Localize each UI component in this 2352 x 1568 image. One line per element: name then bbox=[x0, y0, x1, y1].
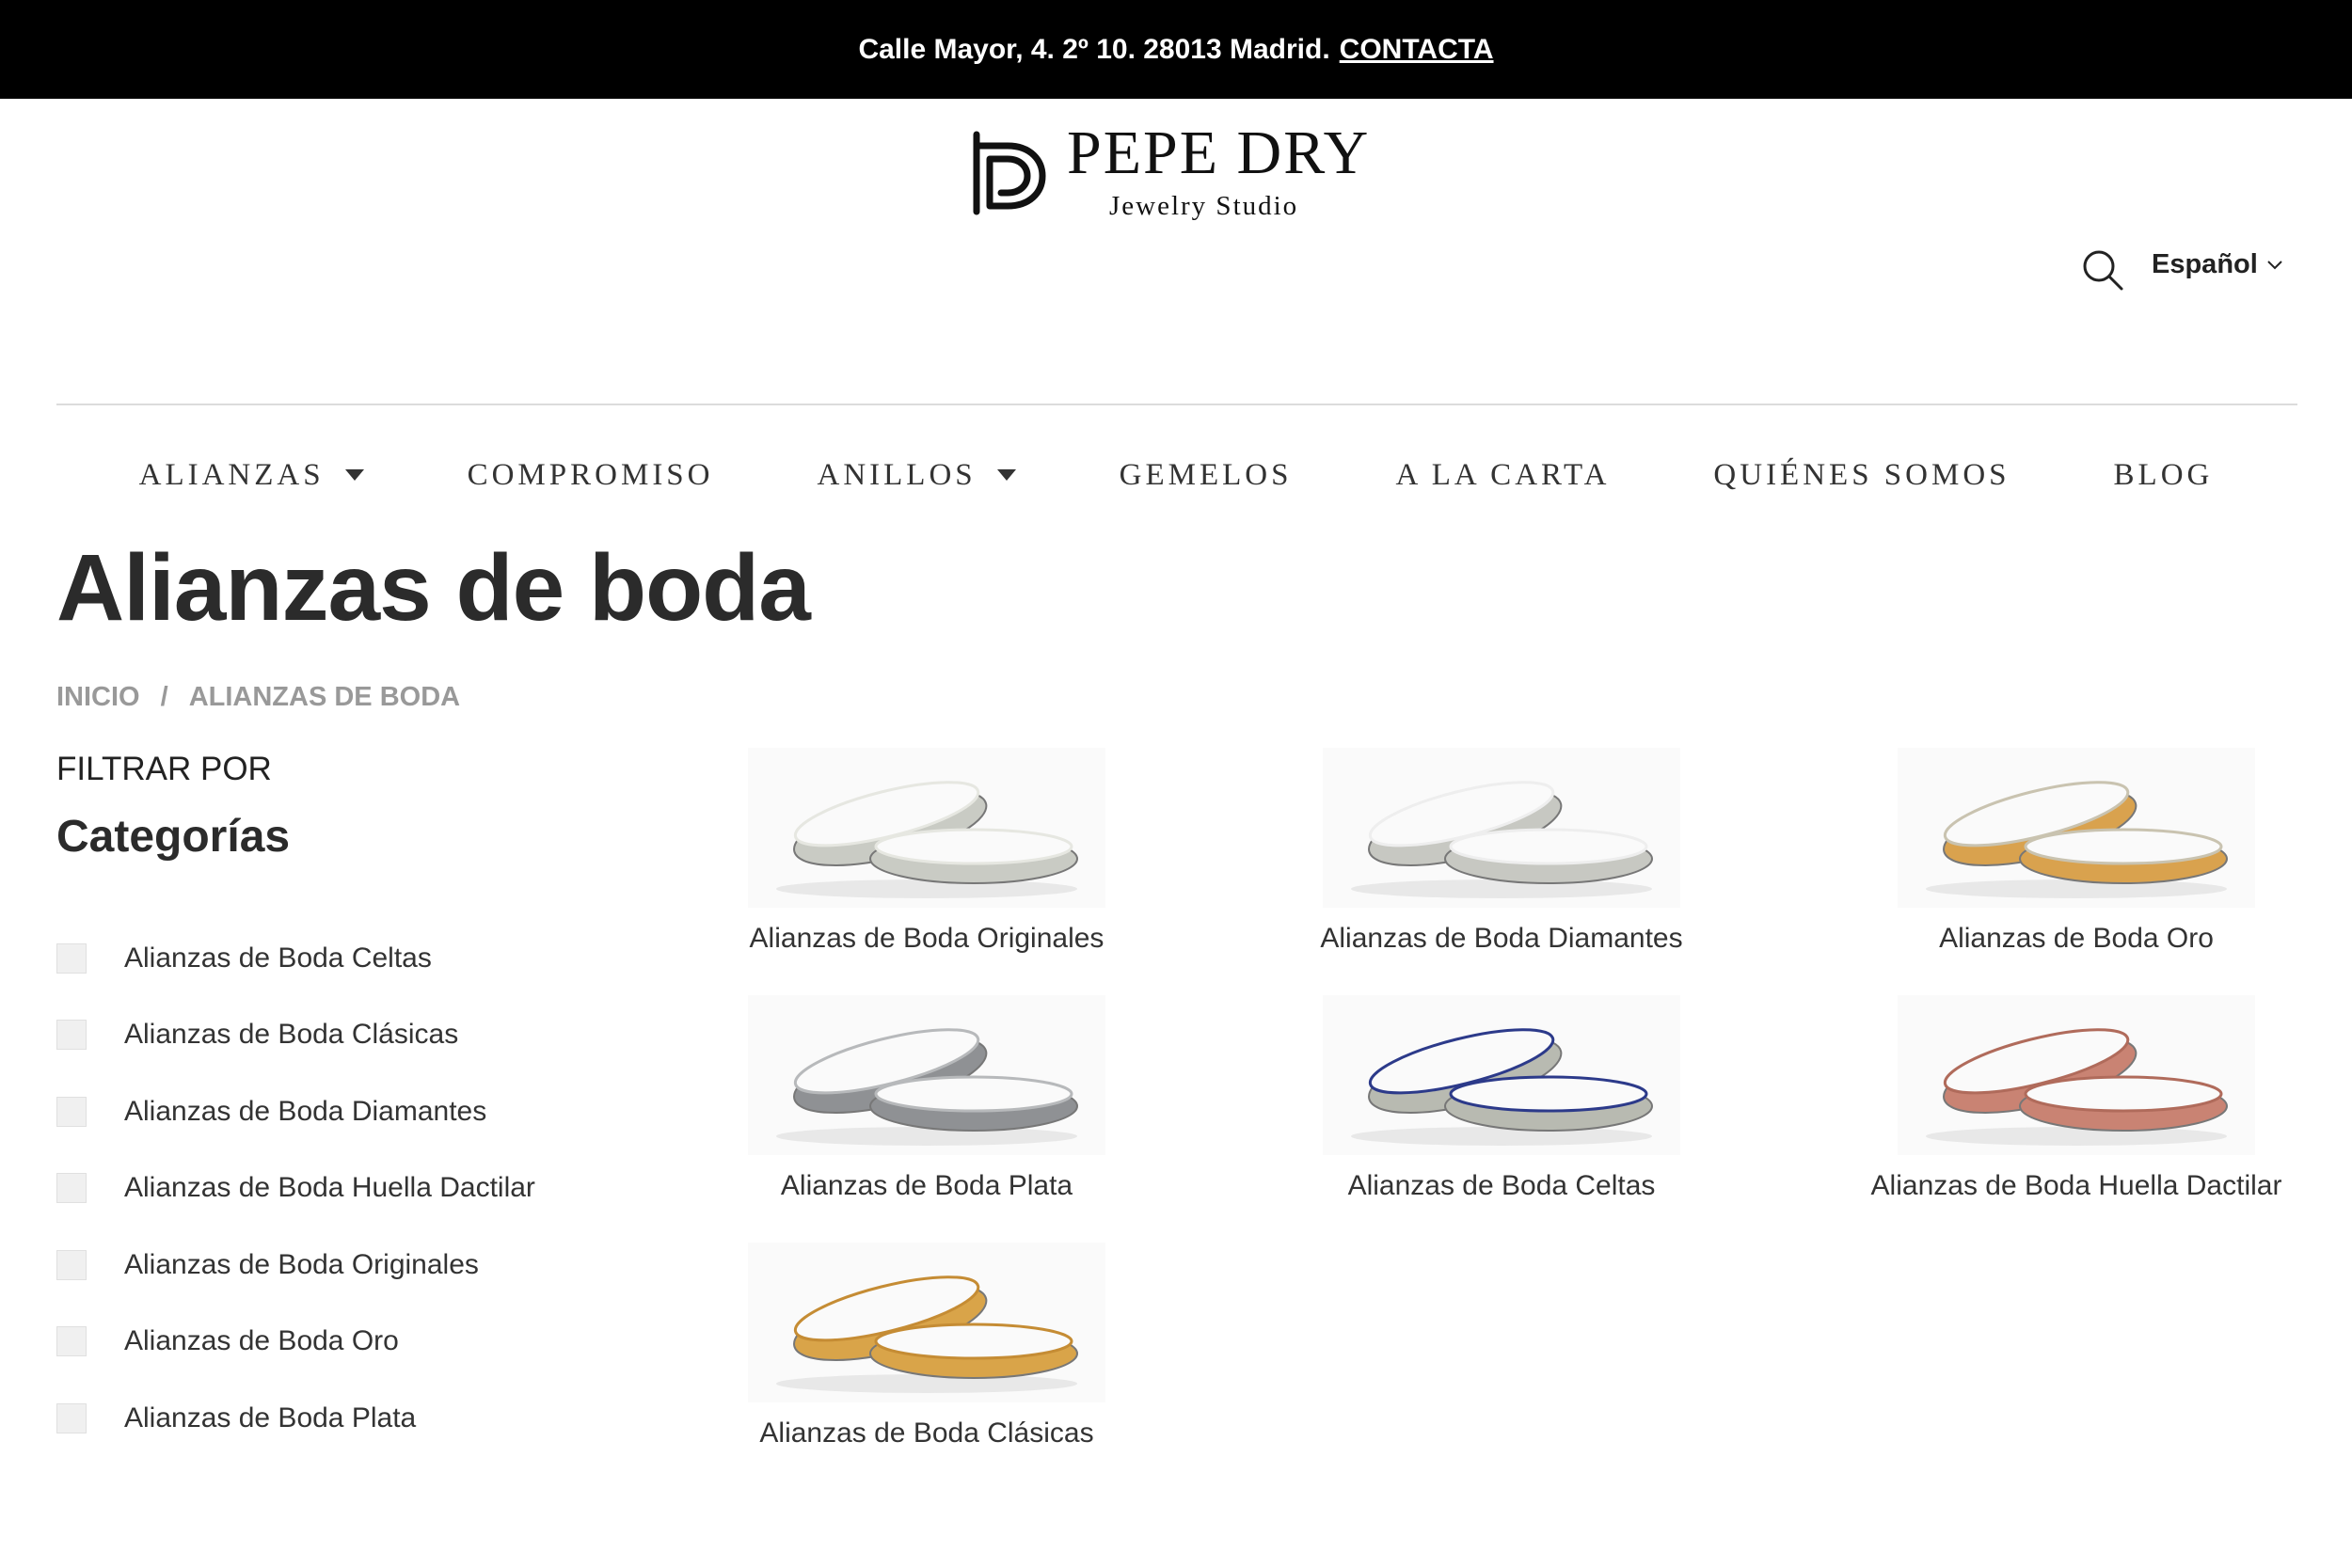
product-label[interactable]: Alianzas de Boda Oro bbox=[1860, 923, 2293, 955]
nav-item-a-la-carta[interactable]: A LA CARTA bbox=[1396, 451, 1611, 499]
brand-name: PEPE DRY bbox=[1067, 119, 1371, 187]
product-label[interactable]: Alianzas de Boda Plata bbox=[710, 1170, 1143, 1202]
filter-heading: FILTRAR POR bbox=[56, 751, 272, 787]
nav-label: GEMELOS bbox=[1119, 457, 1293, 492]
category-filter-item[interactable]: Alianzas de Boda Diamantes bbox=[56, 1073, 659, 1150]
brand-tagline: Jewelry Studio bbox=[1109, 191, 1299, 221]
category-checkbox[interactable] bbox=[56, 1173, 87, 1204]
category-label: Alianzas de Boda Huella Dactilar bbox=[124, 1172, 535, 1204]
category-checkbox[interactable] bbox=[56, 1096, 87, 1127]
product-image[interactable] bbox=[1323, 748, 1680, 908]
product-card[interactable]: Alianzas de Boda Huella Dactilar bbox=[1860, 995, 2293, 1202]
category-label: Alianzas de Boda Oro bbox=[124, 1325, 399, 1357]
main-nav: ALIANZAS COMPROMISO ANILLOS GEMELOS A LA… bbox=[0, 451, 2352, 499]
category-checkbox[interactable] bbox=[56, 1326, 87, 1357]
product-label[interactable]: Alianzas de Boda Clásicas bbox=[710, 1418, 1143, 1449]
category-label: Alianzas de Boda Celtas bbox=[124, 942, 432, 974]
caret-down-icon bbox=[344, 469, 364, 481]
category-filter-item[interactable]: Alianzas de Boda Oro bbox=[56, 1304, 659, 1381]
product-card[interactable]: Alianzas de Boda Originales bbox=[710, 748, 1143, 955]
nav-label: COMPROMISO bbox=[467, 457, 714, 492]
nav-label: BLOG bbox=[2113, 457, 2214, 492]
product-card[interactable]: Alianzas de Boda Plata bbox=[710, 995, 1143, 1202]
category-filter-list: Alianzas de Boda Celtas Alianzas de Boda… bbox=[56, 920, 659, 1457]
language-selector[interactable]: Español bbox=[2152, 249, 2284, 280]
breadcrumb-current: ALIANZAS DE BODA bbox=[188, 682, 461, 712]
category-checkbox[interactable] bbox=[56, 1249, 87, 1280]
product-image[interactable] bbox=[748, 1243, 1105, 1402]
top-announcement-bar: Calle Mayor, 4. 2º 10. 28013 Madrid. CON… bbox=[0, 0, 2352, 99]
nav-label: QUIÉNES SOMOS bbox=[1713, 457, 2010, 492]
product-label[interactable]: Alianzas de Boda Celtas bbox=[1285, 1170, 1718, 1202]
nav-label: ANILLOS bbox=[817, 457, 977, 492]
category-filter-item[interactable]: Alianzas de Boda Huella Dactilar bbox=[56, 1150, 659, 1227]
category-filter-item[interactable]: Alianzas de Boda Originales bbox=[56, 1227, 659, 1304]
contact-link[interactable]: CONTACTA bbox=[1340, 34, 1494, 66]
nav-item-compromiso[interactable]: COMPROMISO bbox=[468, 451, 714, 499]
logo-mark-icon bbox=[973, 131, 1046, 215]
breadcrumb-separator: / bbox=[160, 682, 168, 712]
nav-label: ALIANZAS bbox=[138, 457, 325, 492]
nav-label: A LA CARTA bbox=[1395, 457, 1611, 492]
header-divider bbox=[56, 404, 2297, 405]
product-card[interactable]: Alianzas de Boda Celtas bbox=[1285, 995, 1718, 1202]
breadcrumb-home-link[interactable]: INICIO bbox=[56, 682, 140, 713]
product-card[interactable]: Alianzas de Boda Oro bbox=[1860, 748, 2293, 955]
category-filter-item[interactable]: Alianzas de Boda Clásicas bbox=[56, 997, 659, 1074]
nav-item-gemelos[interactable]: GEMELOS bbox=[1120, 451, 1293, 499]
product-card[interactable]: Alianzas de Boda Diamantes bbox=[1285, 748, 1718, 955]
category-filter-item[interactable]: Alianzas de Boda Plata bbox=[56, 1380, 659, 1457]
brand-logo[interactable]: PEPE DRY Jewelry Studio bbox=[965, 118, 1389, 221]
search-icon[interactable] bbox=[2081, 248, 2124, 292]
categories-title: Categorías bbox=[56, 812, 291, 862]
product-card[interactable]: Alianzas de Boda Clásicas bbox=[710, 1243, 1143, 1449]
product-image[interactable] bbox=[1323, 995, 1680, 1155]
chevron-down-icon bbox=[2267, 260, 2282, 269]
product-image[interactable] bbox=[1898, 995, 2255, 1155]
language-label: Español bbox=[2152, 249, 2258, 279]
category-label: Alianzas de Boda Clásicas bbox=[124, 1019, 459, 1051]
category-checkbox[interactable] bbox=[56, 942, 87, 974]
product-image[interactable] bbox=[748, 748, 1105, 908]
category-checkbox[interactable] bbox=[56, 1020, 87, 1051]
category-label: Alianzas de Boda Originales bbox=[124, 1248, 479, 1280]
store-address: Calle Mayor, 4. 2º 10. 28013 Madrid. bbox=[858, 33, 1330, 65]
nav-item-alianzas[interactable]: ALIANZAS bbox=[139, 451, 364, 499]
breadcrumb: INICIO / ALIANZAS DE BODA bbox=[56, 682, 460, 713]
nav-item-quienes-somos[interactable]: QUIÉNES SOMOS bbox=[1713, 451, 2010, 499]
category-label: Alianzas de Boda Plata bbox=[124, 1402, 417, 1433]
caret-down-icon bbox=[996, 469, 1016, 481]
product-label[interactable]: Alianzas de Boda Huella Dactilar bbox=[1860, 1170, 2293, 1202]
product-image[interactable] bbox=[748, 995, 1105, 1155]
category-checkbox[interactable] bbox=[56, 1402, 87, 1433]
product-label[interactable]: Alianzas de Boda Originales bbox=[710, 923, 1143, 955]
page-title: Alianzas de boda bbox=[56, 535, 811, 641]
category-filter-item[interactable]: Alianzas de Boda Celtas bbox=[56, 920, 659, 997]
product-label[interactable]: Alianzas de Boda Diamantes bbox=[1285, 923, 1718, 955]
category-label: Alianzas de Boda Diamantes bbox=[124, 1095, 487, 1127]
nav-item-anillos[interactable]: ANILLOS bbox=[818, 451, 1016, 499]
nav-item-blog[interactable]: BLOG bbox=[2114, 451, 2214, 499]
product-image[interactable] bbox=[1898, 748, 2255, 908]
